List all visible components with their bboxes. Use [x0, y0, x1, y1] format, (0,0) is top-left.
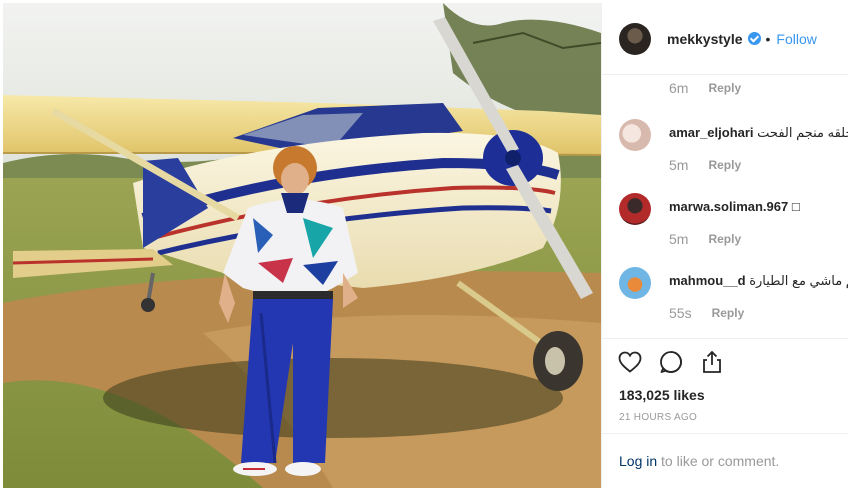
author-avatar[interactable] [619, 22, 651, 55]
like-button[interactable] [617, 349, 643, 375]
follow-button[interactable]: Follow [776, 31, 816, 47]
comment-time: 55s [669, 305, 692, 321]
airplane-photo [3, 3, 601, 488]
comment-body: mahmou__d لقم ماشي مع الطيارة [669, 273, 848, 289]
commenter-avatar[interactable] [619, 193, 651, 225]
login-prompt-text: to like or comment. [657, 453, 780, 469]
reply-button[interactable]: Reply [708, 81, 741, 95]
author-username[interactable]: mekkystyle [667, 31, 743, 47]
comment-time: 5m [669, 231, 689, 247]
comment-body: marwa.soliman.967 □ [669, 199, 848, 214]
comment-meta: 5m Reply [669, 231, 741, 247]
comment-time: 5m [669, 157, 689, 173]
post-photo[interactable] [3, 3, 601, 488]
login-link[interactable]: Log in [619, 453, 657, 469]
commenter-username[interactable]: mahmou__d [669, 273, 746, 288]
share-icon [703, 350, 721, 373]
post-side-panel: mekkystyle • Follow 6m Reply amar_eljoha… [601, 3, 848, 488]
partial-comment-meta: 6m Reply [669, 80, 741, 96]
comment-body: amar_eljohari حلقه منجم الفحت [669, 125, 848, 141]
reply-button[interactable]: Reply [708, 158, 741, 172]
commenter-username[interactable]: amar_eljohari [669, 125, 754, 140]
comment-button[interactable] [658, 349, 684, 375]
post-actions: 183,025 likes 21 HOURS AGO [602, 338, 848, 432]
commenter-avatar[interactable] [619, 267, 651, 299]
comment-time: 6m [669, 80, 689, 96]
likes-count[interactable]: 183,025 likes [619, 387, 705, 403]
separator-dot: • [765, 30, 771, 47]
comment-meta: 5m Reply [669, 157, 741, 173]
reply-button[interactable]: Reply [708, 232, 741, 246]
comment-text: لقم ماشي مع الطيارة [749, 273, 848, 288]
commenter-avatar[interactable] [619, 119, 651, 151]
heart-icon [618, 351, 642, 373]
comment-meta: 55s Reply [669, 305, 744, 321]
post-header: mekkystyle • Follow [602, 3, 848, 75]
commenter-username[interactable]: marwa.soliman.967 [669, 199, 788, 214]
share-button[interactable] [699, 349, 725, 375]
comment-text: حلقه منجم الفحت [757, 125, 848, 140]
reply-button[interactable]: Reply [712, 306, 745, 320]
login-prompt: Log in to like or comment. [602, 433, 848, 488]
comments-list[interactable]: 6m Reply amar_eljohari حلقه منجم الفحت 5… [602, 76, 848, 339]
verified-badge-icon [747, 32, 761, 45]
comment-icon [660, 351, 682, 373]
comment-text: □ [791, 199, 800, 214]
action-icons [617, 349, 725, 375]
post-time-ago: 21 HOURS AGO [619, 412, 698, 423]
